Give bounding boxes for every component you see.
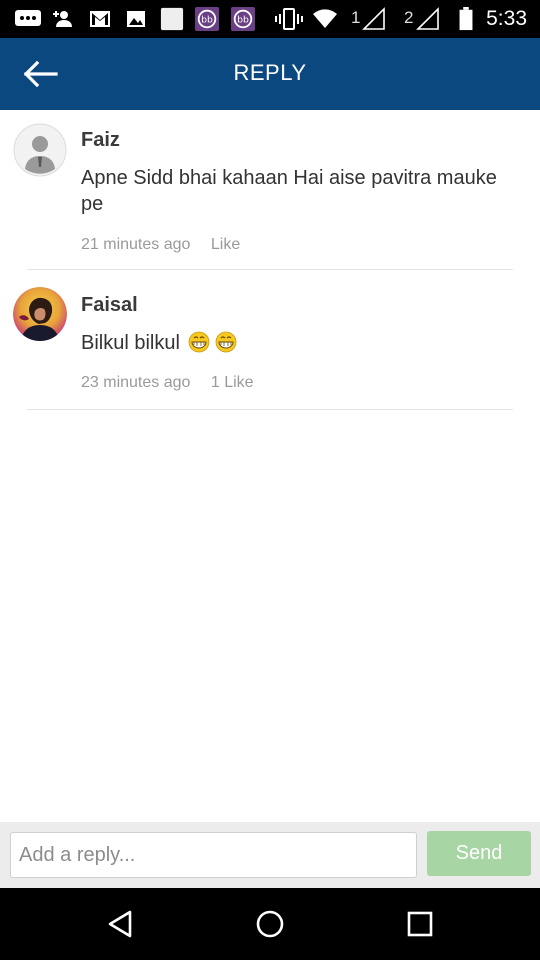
comment-meta: 23 minutes ago 1 Like [81,373,513,393]
square-recents-icon [407,911,433,937]
grinning-emoji-icon [188,331,236,353]
signal-icon [362,7,385,30]
sim1-label: 1 [351,8,361,27]
app-notification-icon: bb [231,7,255,31]
nav-home-button[interactable] [240,902,300,946]
add-contact-icon [53,11,72,27]
comment-list: Faiz Apne Sidd bhai kahaan Hai aise pavi… [0,110,540,410]
comment-body: Faiz Apne Sidd bhai kahaan Hai aise pavi… [81,110,513,255]
svg-text:bb: bb [237,15,249,26]
comment-text: Bilkul bilkul [81,332,180,354]
page-title: REPLY [233,60,307,85]
gmail-icon [90,11,110,27]
comment-author[interactable]: Faiz [81,110,513,153]
signal-icon [416,7,439,30]
like-button[interactable]: Like [211,236,240,253]
navigation-bar [0,888,540,960]
comment-body: Faisal Bilkul bilkul 23 minutes ago 1 Li… [81,270,513,393]
reply-input[interactable] [10,832,417,878]
picture-icon [127,11,145,27]
comment-text-row: Bilkul bilkul [81,330,513,356]
status-bar: bb bb 1 2 5:33 [0,0,540,38]
wifi-icon [313,9,337,28]
comment-timestamp: 23 minutes ago [81,374,191,391]
comment-item: Faiz Apne Sidd bhai kahaan Hai aise pavi… [13,110,513,270]
comment-author[interactable]: Faisal [81,270,513,318]
battery-icon [459,7,473,31]
sim2-label: 2 [404,8,414,27]
screen: bb bb 1 2 5:33 REPLY Faiz Apne Sidd bhai… [0,0,540,960]
notification-square-icon [160,7,184,31]
triangle-back-icon [108,910,132,938]
circle-home-icon [256,910,284,938]
app-header: REPLY [0,38,540,110]
send-button[interactable]: Send [427,831,531,876]
like-button[interactable]: 1 Like [211,374,254,391]
comment-timestamp: 21 minutes ago [81,236,191,253]
avatar[interactable] [13,287,67,341]
comment-item: Faisal Bilkul bilkul 23 minutes ago 1 Li… [13,270,513,410]
user-photo-avatar-icon [13,287,67,341]
avatar[interactable] [13,123,67,177]
comment-meta: 21 minutes ago Like [81,235,513,255]
comment-text: Apne Sidd bhai kahaan Hai aise pavitra m… [81,167,497,215]
vibrate-icon [275,8,303,30]
nav-recents-button[interactable] [390,902,450,946]
clock: 5:33 [486,7,527,30]
chat-bubble-icon [15,10,41,26]
nav-back-button[interactable] [90,902,150,946]
app-notification-icon: bb [195,7,219,31]
default-user-avatar-icon [13,123,67,177]
svg-text:bb: bb [201,15,213,26]
reply-bar: Send [0,822,540,888]
